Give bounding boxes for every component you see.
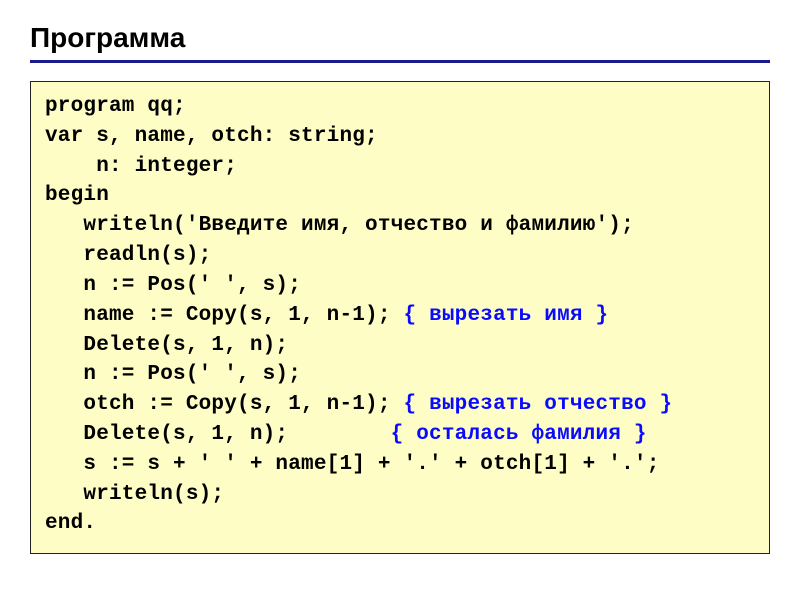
code-line: end. — [45, 512, 96, 535]
code-line: program qq; — [45, 95, 186, 118]
code-line: readln(s); — [45, 244, 211, 267]
code-line: Delete(s, 1, n); — [45, 334, 288, 357]
code-comment: { вырезать имя } — [403, 304, 608, 327]
code-block: program qq; var s, name, otch: string; n… — [30, 81, 770, 554]
code-comment: { осталась фамилия } — [391, 423, 647, 446]
slide: Программа program qq; var s, name, otch:… — [0, 0, 800, 584]
code-line: otch := Copy(s, 1, n-1); — [45, 393, 403, 416]
code-line: writeln('Введите имя, отчество и фамилию… — [45, 214, 634, 237]
code-line: begin — [45, 184, 109, 207]
code-line: n := Pos(' ', s); — [45, 274, 301, 297]
code-line: s := s + ' ' + name[1] + '.' + otch[1] +… — [45, 453, 660, 476]
code-comment: { вырезать отчество } — [403, 393, 672, 416]
code-line: n: integer; — [45, 155, 237, 178]
code-line: name := Copy(s, 1, n-1); — [45, 304, 403, 327]
slide-title: Программа — [30, 22, 770, 63]
code-line: n := Pos(' ', s); — [45, 363, 301, 386]
code-line: writeln(s); — [45, 483, 224, 506]
code-line: var s, name, otch: string; — [45, 125, 378, 148]
code-line: Delete(s, 1, n); — [45, 423, 391, 446]
